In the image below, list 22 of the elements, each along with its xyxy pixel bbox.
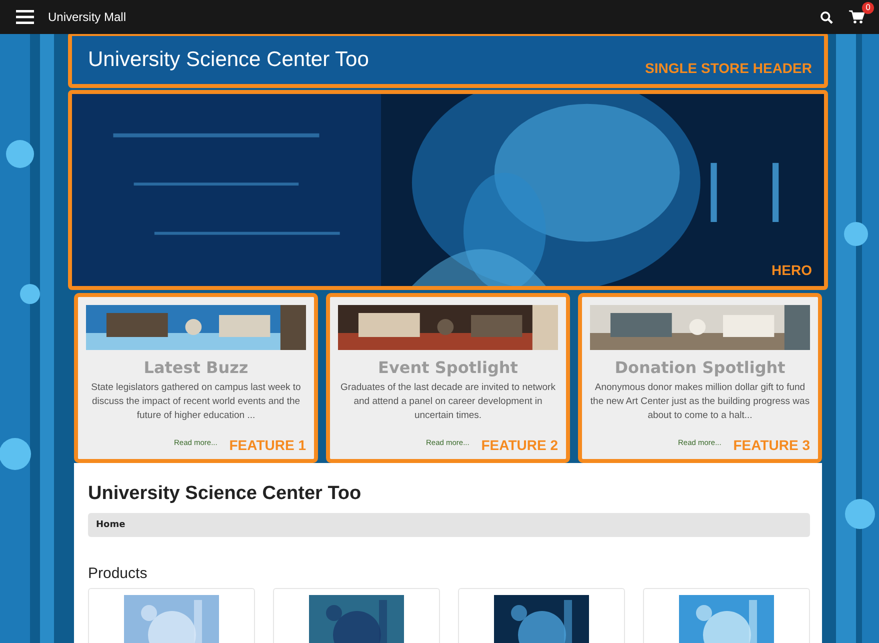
site-title[interactable]: University Mall xyxy=(48,10,126,24)
cart-icon[interactable] xyxy=(849,10,865,24)
annotation-label: FEATURE 1 xyxy=(229,437,306,453)
feature-text: Graduates of the last decade are invited to network and attend a panel on career development in uncertain times. xyxy=(340,381,556,423)
annotation-label: HERO xyxy=(772,262,812,278)
menu-icon[interactable] xyxy=(16,10,34,24)
cart-count-badge: 0 xyxy=(862,2,874,14)
feature-title: Latest Buzz xyxy=(144,358,248,377)
product-card[interactable] xyxy=(273,588,440,643)
annotation-label: FEATURE 3 xyxy=(733,437,810,453)
breadcrumb-link[interactable]: Home xyxy=(96,520,126,530)
search-icon[interactable] xyxy=(820,10,833,24)
feature-title: Donation Spotlight xyxy=(614,358,786,377)
feature-title: Event Spotlight xyxy=(378,358,518,377)
product-card[interactable] xyxy=(458,588,625,643)
page-title: University Science Center Too xyxy=(88,483,362,505)
annotation-label: SINGLE STORE HEADER xyxy=(645,60,812,76)
section-heading: Products xyxy=(88,565,148,582)
annotation-label: FEATURE 2 xyxy=(481,437,558,453)
feature-text: Anonymous donor makes million dollar gift to fund the new Art Center just as the building progress was about to come to a halt... xyxy=(590,381,810,423)
feature-text: State legislators gathered on campus last week to discuss the impact of recent world events and the future of higher education ... xyxy=(90,381,302,423)
store-title: University Science Center Too xyxy=(88,48,369,72)
